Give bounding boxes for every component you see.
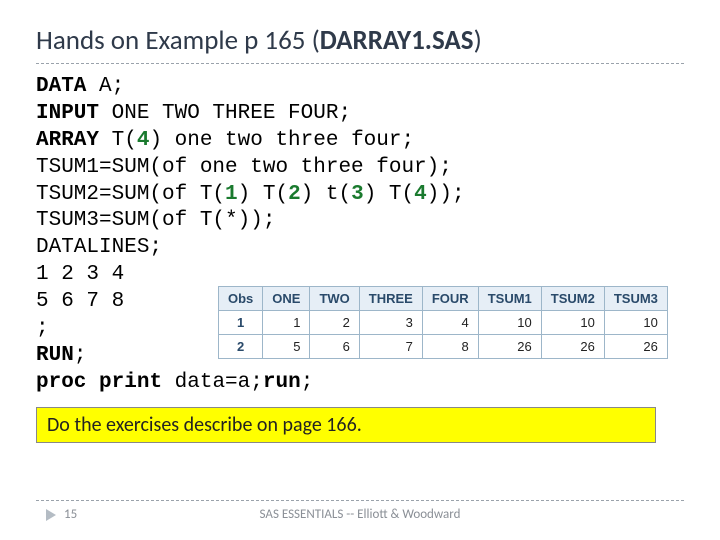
kw-print: print bbox=[99, 371, 162, 394]
kw-proc: proc bbox=[36, 371, 86, 394]
exercise-callout: Do the exercises describe on page 166. bbox=[36, 407, 656, 443]
cell: 1 bbox=[263, 311, 310, 335]
code-text bbox=[86, 371, 99, 394]
num-literal: 2 bbox=[288, 183, 301, 206]
cell: 3 bbox=[359, 311, 422, 335]
col-tsum1: TSUM1 bbox=[478, 287, 541, 311]
cell: 5 bbox=[263, 335, 310, 359]
col-three: THREE bbox=[359, 287, 422, 311]
code-text: ) T( bbox=[238, 183, 288, 206]
code-text: ; bbox=[74, 344, 87, 367]
cell: 10 bbox=[541, 311, 604, 335]
title-bold: DARRAY1.SAS bbox=[320, 24, 474, 57]
cell: 10 bbox=[604, 311, 667, 335]
col-tsum2: TSUM2 bbox=[541, 287, 604, 311]
code-text: ) T( bbox=[364, 183, 414, 206]
page-number: 15 bbox=[64, 507, 77, 522]
output-table: Obs ONE TWO THREE FOUR TSUM1 TSUM2 TSUM3… bbox=[218, 286, 668, 359]
code-text: T( bbox=[99, 129, 137, 152]
code-text: ) t( bbox=[301, 183, 351, 206]
cell: 10 bbox=[478, 311, 541, 335]
cell-obs: 2 bbox=[219, 335, 263, 359]
num-literal: 1 bbox=[225, 183, 238, 206]
kw-datalines: DATALINES; bbox=[36, 236, 162, 259]
cell: 8 bbox=[422, 335, 478, 359]
title-part3: ) bbox=[474, 24, 482, 57]
code-text: ; bbox=[36, 317, 49, 340]
title-part1: Hands on Example p 165 ( bbox=[36, 24, 320, 57]
slide-title: Hands on Example p 165 (DARRAY1.SAS) bbox=[36, 24, 684, 57]
cell: 2 bbox=[310, 311, 359, 335]
kw-run2: run bbox=[263, 371, 301, 394]
col-obs: Obs bbox=[219, 287, 263, 311]
code-text: TSUM1=SUM(of one two three four); bbox=[36, 156, 452, 179]
kw-input: INPUT bbox=[36, 102, 99, 125]
cell: 4 bbox=[422, 311, 478, 335]
num-literal: 3 bbox=[351, 183, 364, 206]
cell: 6 bbox=[310, 335, 359, 359]
cell: 7 bbox=[359, 335, 422, 359]
code-text: ONE TWO THREE FOUR; bbox=[99, 102, 351, 125]
table-header-row: Obs ONE TWO THREE FOUR TSUM1 TSUM2 TSUM3 bbox=[219, 287, 668, 311]
dataline: 5 6 7 8 bbox=[36, 290, 124, 313]
kw-array: ARRAY bbox=[36, 129, 99, 152]
slide-footer: 15 SAS ESSENTIALS -- Elliott & Woodward bbox=[36, 500, 684, 522]
col-one: ONE bbox=[263, 287, 310, 311]
num-literal: 4 bbox=[137, 129, 150, 152]
col-two: TWO bbox=[310, 287, 359, 311]
cell-obs: 1 bbox=[219, 311, 263, 335]
code-text: ) one two three four; bbox=[149, 129, 414, 152]
code-text: data=a; bbox=[162, 371, 263, 394]
kw-run: RUN bbox=[36, 344, 74, 367]
col-four: FOUR bbox=[422, 287, 478, 311]
title-divider bbox=[36, 63, 684, 64]
table-row: 2 5 6 7 8 26 26 26 bbox=[219, 335, 668, 359]
cell: 26 bbox=[478, 335, 541, 359]
kw-data: DATA bbox=[36, 75, 86, 98]
page-arrow-icon bbox=[44, 509, 56, 521]
cell: 26 bbox=[541, 335, 604, 359]
footer-divider bbox=[36, 500, 684, 501]
col-tsum3: TSUM3 bbox=[604, 287, 667, 311]
page-indicator: 15 bbox=[44, 507, 77, 522]
num-literal: 4 bbox=[414, 183, 427, 206]
code-text: ; bbox=[301, 371, 314, 394]
code-text: )); bbox=[427, 183, 465, 206]
code-text: TSUM3=SUM(of T(*)); bbox=[36, 209, 275, 232]
table-row: 1 1 2 3 4 10 10 10 bbox=[219, 311, 668, 335]
footer-source: SAS ESSENTIALS -- Elliott & Woodward bbox=[260, 507, 461, 522]
code-text: TSUM2=SUM(of T( bbox=[36, 183, 225, 206]
dataline: 1 2 3 4 bbox=[36, 263, 124, 286]
code-text: A; bbox=[86, 75, 124, 98]
cell: 26 bbox=[604, 335, 667, 359]
